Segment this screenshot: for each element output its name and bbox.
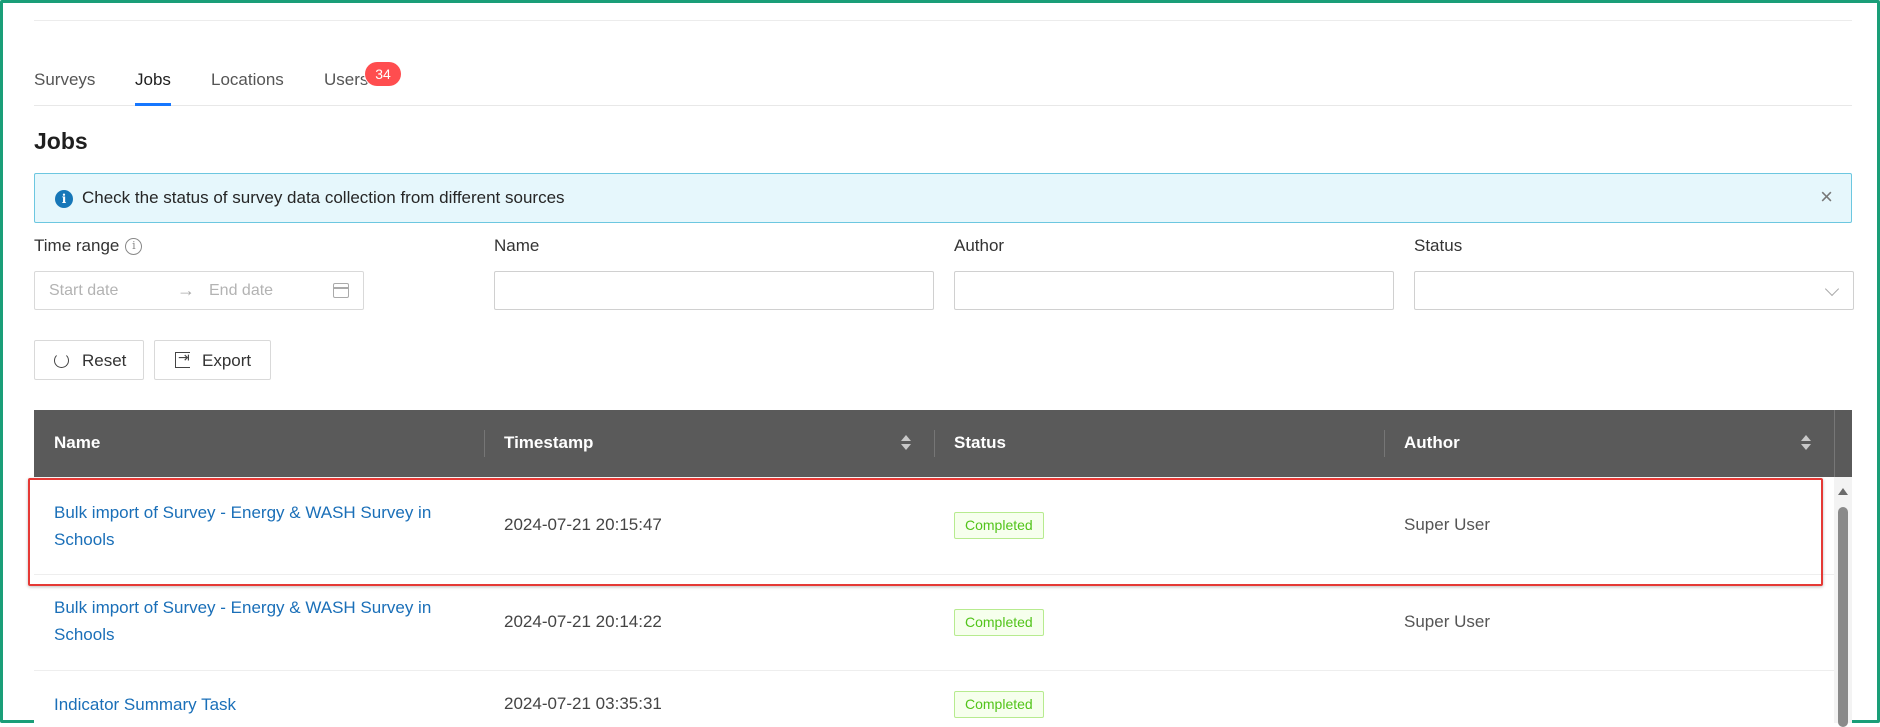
table-header: Name Timestamp Status Author (34, 410, 1834, 477)
job-author: Super User (1404, 612, 1490, 631)
tab-bar: Surveys Jobs Locations Users 34 (34, 56, 1852, 106)
job-author: Super User (1404, 515, 1490, 534)
status-label: Status (1414, 236, 1463, 255)
tab-locations[interactable]: Locations (211, 70, 284, 106)
vertical-scrollbar[interactable] (1834, 477, 1852, 727)
alert-text: Check the status of survey data collecti… (82, 188, 565, 207)
column-divider (934, 430, 935, 457)
author-filter-input[interactable] (954, 271, 1394, 310)
name-label: Name (494, 236, 540, 255)
reset-button[interactable]: Reset (34, 340, 144, 380)
end-date-input[interactable]: End date (209, 282, 273, 300)
status-badge: Completed (954, 609, 1044, 636)
status-badge: Completed (954, 691, 1044, 718)
tab-surveys[interactable]: Surveys (34, 70, 95, 106)
column-header-name[interactable]: Name (54, 433, 100, 453)
column-header-author[interactable]: Author (1404, 433, 1460, 453)
column-header-status[interactable]: Status (954, 433, 1006, 453)
table-row: Bulk import of Survey - Energy & WASH Su… (34, 477, 1834, 575)
tab-users-label: Users (324, 70, 369, 89)
export-button-label: Export (202, 351, 252, 370)
time-range-label: Time range i (34, 236, 143, 256)
info-circle-icon[interactable]: i (125, 237, 143, 255)
table-row: Bulk import of Survey - Energy & WASH Su… (34, 575, 1834, 671)
info-alert: i Check the status of survey data collec… (34, 173, 1852, 223)
divider (34, 20, 1852, 21)
chevron-down-icon (1824, 281, 1840, 297)
reset-button-label: Reset (82, 351, 127, 370)
scrollbar-thumb[interactable] (1838, 507, 1848, 727)
tab-users[interactable]: Users 34 (324, 62, 401, 106)
name-filter-input[interactable] (494, 271, 934, 310)
job-name-link[interactable]: Indicator Summary Task (54, 691, 474, 718)
table-row: Indicator Summary Task 2024-07-21 03:35:… (34, 671, 1834, 723)
time-range-label-text: Time range (34, 236, 120, 255)
job-timestamp: 2024-07-21 03:35:31 (504, 694, 662, 713)
status-filter-select[interactable] (1414, 271, 1854, 310)
scroll-up-arrow-icon[interactable] (1838, 488, 1848, 495)
job-timestamp: 2024-07-21 20:15:47 (504, 515, 662, 534)
job-name-line: Schools (54, 625, 115, 644)
close-icon[interactable]: × (1820, 185, 1833, 209)
job-timestamp: 2024-07-21 20:14:22 (504, 612, 662, 631)
status-badge: Completed (954, 512, 1044, 539)
date-range-picker[interactable]: Start date → End date (34, 271, 364, 310)
tab-jobs[interactable]: Jobs (135, 70, 171, 106)
job-name-line: Bulk import of Survey - Energy & WASH Su… (54, 598, 432, 617)
reload-icon (54, 353, 69, 368)
job-name-link[interactable]: Bulk import of Survey - Energy & WASH Su… (54, 594, 474, 648)
export-button[interactable]: Export (154, 340, 271, 380)
column-divider (1384, 430, 1385, 457)
calendar-icon (333, 283, 349, 298)
job-name-link[interactable]: Bulk import of Survey - Energy & WASH Su… (54, 499, 474, 553)
table-header-scroll-corner (1834, 410, 1852, 477)
author-label: Author (954, 236, 1005, 255)
job-name-line: Schools (54, 530, 115, 549)
start-date-input[interactable]: Start date (49, 282, 118, 300)
job-name-line: Bulk import of Survey - Energy & WASH Su… (54, 503, 432, 522)
arrow-right-icon: → (177, 280, 195, 300)
info-icon: i (55, 190, 73, 208)
users-count-badge: 34 (365, 62, 401, 86)
sort-icon[interactable] (901, 435, 911, 453)
sort-icon[interactable] (1801, 435, 1811, 453)
column-divider (484, 430, 485, 457)
page-title: Jobs (34, 128, 88, 154)
column-header-timestamp[interactable]: Timestamp (504, 433, 593, 453)
export-icon (175, 349, 190, 368)
